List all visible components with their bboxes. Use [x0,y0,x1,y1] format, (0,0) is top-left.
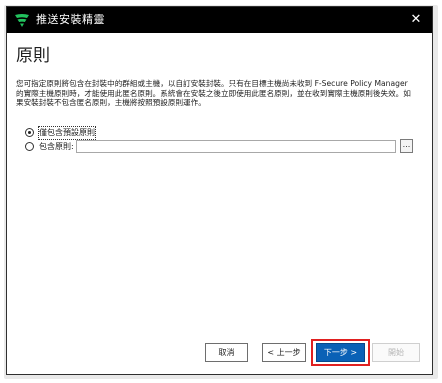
include-policy-radio[interactable] [25,142,34,151]
title-bar[interactable]: 推送安裝精靈 ✕ [7,7,432,33]
browse-button[interactable]: ... [400,139,413,153]
push-install-wizard-window: 推送安裝精靈 ✕ 原則 您可指定原則將包含在封裝中的群組或主機，以自訂安裝封裝。… [6,6,433,375]
policy-path-input[interactable] [76,140,396,153]
page-title: 原則 [16,46,50,66]
default-policy-radio[interactable] [25,128,34,137]
cancel-button[interactable]: 取消 [205,343,248,362]
include-policy-label[interactable]: 包含原則: [39,141,74,153]
next-button-highlight [311,339,370,366]
default-policy-label[interactable]: 僅包含預設原則 [38,126,96,140]
f-secure-logo-icon [15,14,29,27]
start-button[interactable]: 開始 [372,343,420,362]
window-title: 推送安裝精靈 [36,13,105,26]
back-button[interactable]: < 上一步 [262,343,306,362]
close-icon[interactable]: ✕ [408,12,424,28]
page-description: 您可指定原則將包含在封裝中的群組或主機，以自訂安裝封裝。只有在目標主機尚未收到 … [16,79,411,108]
